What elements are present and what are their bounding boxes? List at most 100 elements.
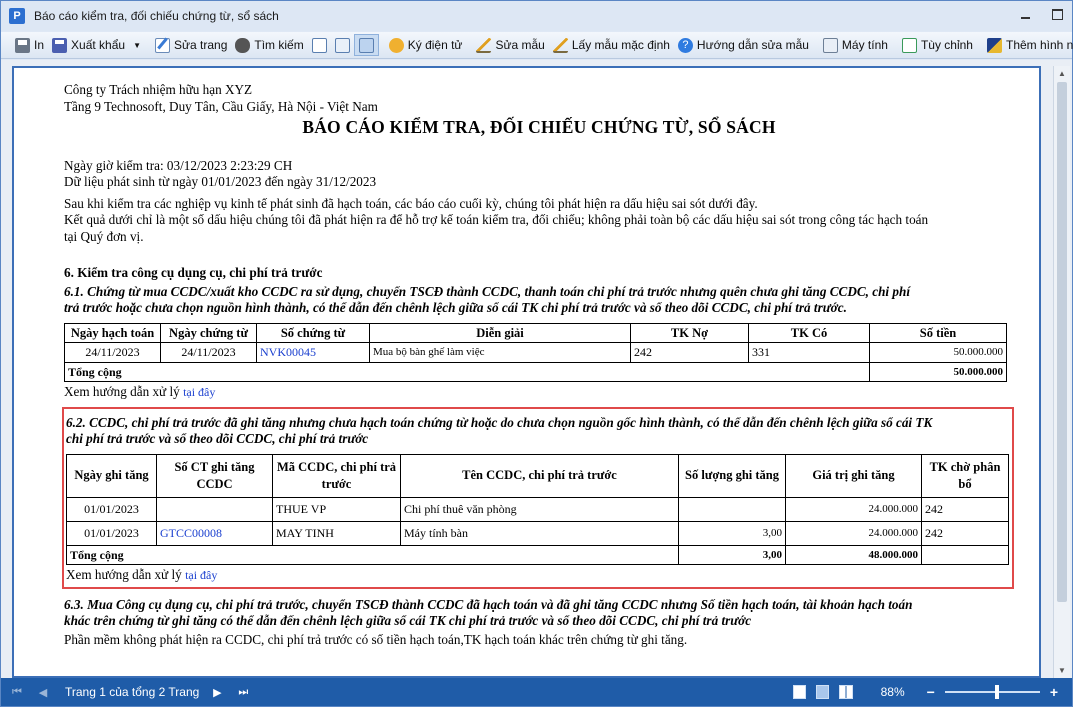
save-icon [52,37,68,53]
total-quantity: 3,00 [678,544,786,565]
company-name: Công ty Trách nhiệm hữu hạn XYZ [64,82,253,97]
column-header: Tên CCDC, chi phí trả trước [400,453,679,498]
signature-icon [388,37,404,53]
background-icon [986,37,1002,53]
background-button[interactable]: Thêm hình nền [983,34,1073,56]
form-guide-label: Hướng dẫn sửa mẫu [696,38,809,52]
check-time: Ngày giờ kiểm tra: 03/12/2023 2:23:29 CH [64,157,293,173]
column-header: Số chứng từ [256,322,370,343]
last-page-icon[interactable]: ⏭ [237,686,249,698]
zoom-slider-thumb[interactable] [994,685,999,699]
table-cell: 01/01/2023 [66,496,157,522]
customize-icon [901,37,917,53]
voucher-link[interactable]: NVK00045 [256,342,370,363]
edit-page-button[interactable]: Sửa trang [151,34,231,56]
total-label: Tổng cộng [66,544,679,565]
column-header: Số lượng ghi tăng [678,453,786,498]
guide-link[interactable]: tại đây [185,568,217,582]
table-cell: 01/01/2023 [66,520,157,546]
table-cell: MAY TINH [272,520,401,546]
edit-page-label: Sửa trang [173,38,228,52]
section-6-1-table: Ngày hạch toán Ngày chứng từ Số chứng từ… [64,322,1007,383]
table-cell: 242 [630,342,749,363]
form-guide-button[interactable]: ? Hướng dẫn sửa mẫu [674,34,813,56]
intro-line-3: tại Quý đơn vị. [64,228,144,244]
status-bar: ⏮ ◀ Trang 1 của tổng 2 Trang ▶ ⏭ 88% − + [1,678,1072,706]
column-header: TK Có [748,322,870,343]
intro-line-1: Sau khi kiểm tra các nghiệp vụ kinh tế p… [64,195,758,211]
calculator-icon [822,37,838,53]
guide-link[interactable]: tại đây [183,385,215,399]
column-header: Giá trị ghi tăng [785,453,922,498]
document-area: Công ty Trách nhiệm hữu hạn XYZ Tầng 9 T… [1,60,1072,678]
intro-line-2: Kết quả dưới chỉ là một số dấu hiệu chún… [64,212,929,227]
edit-form-label: Sửa mẫu [495,38,545,52]
table-cell: 50.000.000 [869,342,1007,363]
zoom-level: 88% [880,685,905,699]
digital-sign-button[interactable]: Ký điện tử [385,34,467,56]
guide-line: Xem hướng dẫn xử lý tại đây [64,384,1014,401]
default-form-icon [552,37,568,53]
scroll-down-icon[interactable]: ▼ [1058,666,1066,675]
report-page: Công ty Trách nhiệm hữu hạn XYZ Tầng 9 T… [12,66,1041,678]
scroll-thumb[interactable] [1057,82,1067,602]
window-title: Báo cáo kiểm tra, đối chiếu chứng từ, sổ… [34,9,279,23]
status-right-controls: 88% − + [792,678,1058,706]
table-cell: 24.000.000 [785,496,922,522]
minimize-icon[interactable] [1018,7,1032,21]
report-title: BÁO CÁO KIỂM TRA, ĐỐI CHIẾU CHỨNG TỪ, SỔ… [302,117,776,137]
calculator-button[interactable]: Máy tính [819,34,892,56]
total-value: 48.000.000 [785,544,922,565]
table-header-row: Ngày hạch toán Ngày chứng từ Số chứng từ… [64,322,1007,343]
column-header: Diễn giải [369,322,631,343]
continuous-view-icon[interactable] [815,685,829,699]
maximize-icon[interactable] [1050,7,1064,21]
scroll-up-icon[interactable]: ▲ [1058,69,1066,78]
section-6-heading: 6. Kiểm tra công cụ dụng cụ, chi phí trả… [64,265,323,280]
help-icon: ? [677,37,693,53]
total-row: Tổng cộng 3,00 48.000.000 [66,544,1009,565]
column-header: TK Nợ [630,322,749,343]
voucher-link[interactable]: GTCC00008 [156,520,273,546]
export-button[interactable]: Xuất khẩu ▼ [48,34,145,56]
default-form-label: Lấy mẫu mặc định [571,38,670,52]
column-header: Ngày hạch toán [64,322,161,343]
zoom-out-icon[interactable]: − [927,684,935,700]
binoculars-icon [235,37,251,53]
section-6-2-heading-line-1: 6.2. CCDC, chi phí trả trước đã ghi tăng… [66,414,933,430]
single-page-view-icon[interactable] [792,685,806,699]
print-button[interactable]: In [11,34,48,56]
table-cell [921,544,1009,565]
edit-form-button[interactable]: Sửa mẫu [472,34,548,56]
table-row: 01/01/2023 GTCC00008 MAY TINH Máy tính b… [66,520,1009,546]
table-cell: 24/11/2023 [160,342,257,363]
previous-page-icon[interactable]: ◀ [37,686,49,699]
view-width-button[interactable] [353,34,379,56]
zoom-slider[interactable] [944,685,1040,699]
vertical-scrollbar[interactable]: ▲ ▼ [1053,66,1070,678]
table-cell: 3,00 [678,520,786,546]
section-6-1-heading-line-2: trả trước hoặc chưa chọn nguồn hình thàn… [64,300,847,315]
table-cell: 242 [921,496,1009,522]
column-header: Số CT ghi tăng CCDC [156,453,273,498]
table-cell: THUE VP [272,496,401,522]
find-button[interactable]: Tìm kiếm [231,34,307,56]
guide-text: Xem hướng dẫn xử lý [64,384,180,399]
default-form-button[interactable]: Lấy mẫu mặc định [549,34,674,56]
chevron-down-icon[interactable]: ▼ [133,41,141,50]
customize-button[interactable]: Tùy chỉnh [898,34,977,56]
guide-line: Xem hướng dẫn xử lý tại đây [66,567,1010,584]
next-page-icon[interactable]: ▶ [211,686,223,699]
print-label: In [34,38,45,52]
table-row: 24/11/2023 24/11/2023 NVK00045 Mua bộ bà… [64,342,1007,363]
section-6-2-table: Ngày ghi tăng Số CT ghi tăng CCDC Mã CCD… [66,453,1009,566]
report-content: Công ty Trách nhiệm hữu hạn XYZ Tầng 9 T… [62,82,1014,648]
two-page-view-icon[interactable] [838,685,853,699]
form-edit-icon [476,37,492,53]
section-6-1-heading-line-1: 6.1. Chứng từ mua CCDC/xuất kho CCDC ra … [64,283,910,299]
first-page-icon[interactable]: ⏮ [11,686,23,698]
view-single-button[interactable] [331,34,354,56]
zoom-in-icon[interactable]: + [1050,684,1058,700]
export-label: Xuất khẩu [71,38,126,52]
view-page-button[interactable] [308,34,331,56]
